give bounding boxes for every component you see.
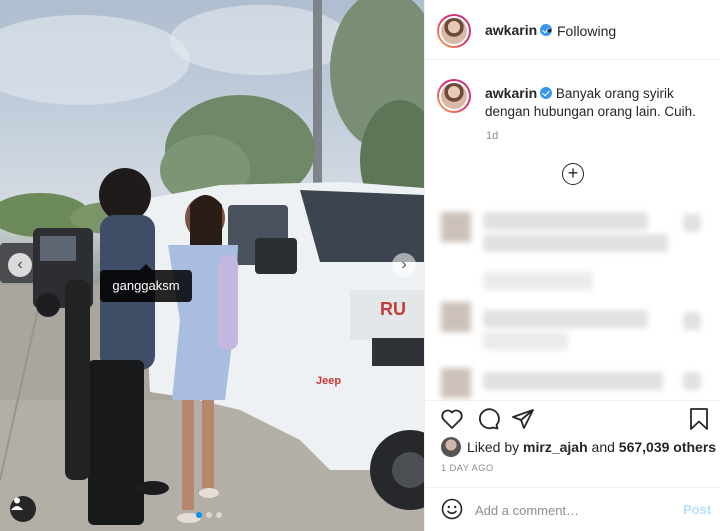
caption-avatar xyxy=(441,83,467,109)
comment-like-blurred xyxy=(683,312,701,330)
emoji-icon[interactable] xyxy=(441,498,463,520)
comment-like-blurred xyxy=(683,214,701,232)
liked-by-user[interactable]: mirz_ajah xyxy=(523,439,588,455)
comment-blurred xyxy=(483,272,593,290)
header-username[interactable]: awkarin xyxy=(485,22,553,38)
like-count[interactable]: 567,039 others xyxy=(619,439,716,455)
comment-blurred xyxy=(483,234,668,252)
carousel-dot xyxy=(206,512,212,518)
comment-blurred xyxy=(483,332,568,350)
comment-blurred xyxy=(483,212,648,230)
carousel-dots xyxy=(196,512,222,518)
comment-avatar-blurred xyxy=(441,368,471,398)
caption-body: awkarin Banyak orang syirik dengan hubun… xyxy=(485,84,705,121)
header-separator: • xyxy=(547,22,552,38)
post-header: awkarin • Following xyxy=(425,0,720,60)
carousel-dot xyxy=(216,512,222,518)
comment-input[interactable] xyxy=(475,500,665,520)
liker-avatar[interactable] xyxy=(441,437,461,457)
chevron-left-icon[interactable]: ‹ xyxy=(8,253,32,277)
grille-text: RU xyxy=(380,299,406,319)
post-actions: Liked by mirz_ajah and 567,039 others 1 … xyxy=(425,400,720,531)
avatar-ring[interactable] xyxy=(437,14,471,48)
heart-icon[interactable] xyxy=(440,407,464,431)
verified-icon xyxy=(540,87,553,99)
liked-by-label: Liked by xyxy=(467,439,520,455)
carousel-dot xyxy=(196,512,202,518)
caption-avatar-ring[interactable] xyxy=(437,79,471,113)
avatar xyxy=(441,18,467,44)
post-photo[interactable]: RU Jeep ganggaksm ‹ › xyxy=(0,0,424,531)
bookmark-icon[interactable] xyxy=(688,407,710,431)
chevron-right-icon[interactable]: › xyxy=(392,253,416,277)
plus-circle-icon[interactable]: + xyxy=(562,163,584,185)
jeep-badge: Jeep xyxy=(316,375,341,387)
liked-by-and: and xyxy=(591,439,615,455)
following-button[interactable]: Following xyxy=(557,23,616,39)
comment-avatar-blurred xyxy=(441,302,471,332)
comment-avatar-blurred xyxy=(441,212,471,242)
caption-username[interactable]: awkarin xyxy=(485,85,553,101)
comment-blurred xyxy=(483,372,663,390)
caption-time[interactable]: 1d xyxy=(486,130,498,142)
share-icon[interactable] xyxy=(511,407,535,431)
post-panel: awkarin • Following awkarin Banyak orang… xyxy=(424,0,720,531)
user-tag-label[interactable]: ganggaksm xyxy=(100,264,192,302)
comment-icon[interactable] xyxy=(476,407,500,431)
post-date[interactable]: 1 DAY AGO xyxy=(441,463,494,474)
comment-bar: Post xyxy=(425,487,720,531)
likes-summary: Liked by mirz_ajah and 567,039 others xyxy=(441,437,716,457)
comment-like-blurred xyxy=(683,372,701,390)
photo-scene: RU Jeep xyxy=(0,0,424,531)
comment-blurred xyxy=(483,310,648,328)
user-tag-icon[interactable] xyxy=(10,496,36,522)
post-comment-button[interactable]: Post xyxy=(683,502,711,517)
